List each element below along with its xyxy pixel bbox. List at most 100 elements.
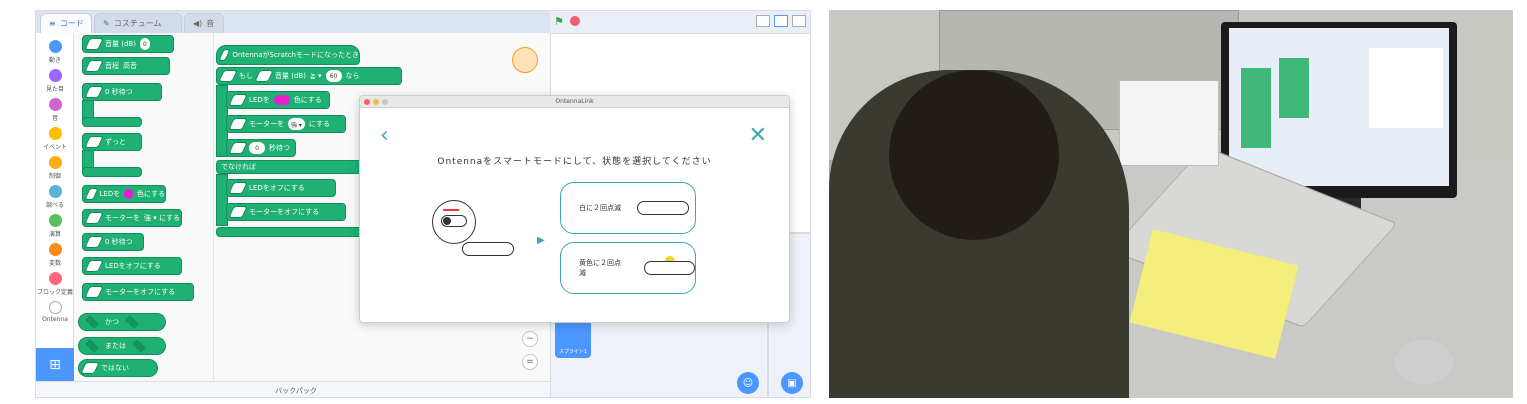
category-7[interactable]: 変数	[36, 240, 74, 270]
palette-block-volume[interactable]: 音量 (dB) 0	[82, 35, 174, 53]
if-label: もし	[239, 72, 253, 80]
ontenna-icon	[254, 70, 274, 82]
category-label: 動き	[48, 57, 61, 64]
dialog-instruction: Ontennaをスマートモードにして、状態を選択してください	[437, 157, 712, 167]
led-color-block[interactable]: LEDを 色にする	[226, 91, 330, 109]
back-chevron-icon[interactable]: ‹	[380, 125, 389, 147]
block-label: にする	[308, 120, 330, 128]
category-1[interactable]: 見た目	[36, 66, 74, 96]
block-label: LEDを	[99, 190, 121, 198]
category-6[interactable]: 演算	[36, 211, 74, 241]
hat-block[interactable]: OntennaがScratchモードになったとき	[216, 45, 360, 65]
tab-sounds[interactable]: ◀) 音	[184, 13, 224, 33]
ontenna-icon	[80, 362, 100, 374]
category-9[interactable]: Ontenna	[36, 298, 74, 328]
switch-toggle-icon	[441, 215, 467, 227]
category-0[interactable]: 動き	[36, 37, 74, 67]
block-label: 音量 (dB)	[105, 40, 136, 48]
device-yellow-light-icon	[643, 256, 695, 275]
fullscreen-icon[interactable]	[792, 15, 806, 27]
ontenna-icon	[228, 182, 248, 194]
category-5[interactable]: 調べる	[36, 182, 74, 212]
condition-label: 音量 (dB)	[275, 72, 306, 80]
stage-header: ⚑	[550, 11, 810, 33]
category-label: ブロック定義	[36, 289, 73, 296]
sprite-tile[interactable]: スプライト1	[555, 320, 591, 358]
screen-script-blocks	[1279, 58, 1309, 118]
ontenna-icon	[228, 206, 248, 218]
category-dot-icon	[48, 185, 62, 198]
palette-block-or[interactable]: または	[78, 337, 166, 355]
ontenna-icon	[228, 142, 248, 154]
book-stand	[1119, 80, 1219, 166]
block-label: 0 秒待つ	[105, 238, 133, 246]
wait-value[interactable]: 0	[249, 142, 265, 154]
large-stage-icon[interactable]	[774, 15, 788, 27]
tab-code[interactable]: ≡ コード	[40, 13, 92, 33]
category-dot-icon	[48, 301, 62, 314]
block-label: または	[105, 342, 126, 350]
tab-costumes[interactable]: ✎ コスチューム	[94, 13, 182, 33]
block-label: 音程	[105, 62, 119, 70]
block-label: 色にする	[293, 96, 322, 104]
stop-icon[interactable]	[570, 16, 580, 26]
zoom-reset-button[interactable]: =	[522, 354, 538, 370]
add-sprite-button[interactable]: ☺	[737, 372, 759, 394]
category-label: Ontenna	[42, 316, 68, 323]
small-stage-icon[interactable]	[756, 15, 770, 27]
block-label: かつ	[105, 318, 119, 326]
add-extension-button[interactable]: ⊞	[36, 348, 74, 381]
category-2[interactable]: 音	[36, 95, 74, 125]
category-label: 制御	[48, 173, 61, 180]
palette-block-led-color[interactable]: LEDを 色にする	[82, 185, 166, 203]
zoom-reset-icon: =	[526, 357, 534, 367]
motor-off-block[interactable]: モーターをオフにする	[226, 203, 346, 221]
close-icon[interactable]: ✕	[749, 125, 767, 147]
category-dot-icon	[48, 98, 62, 111]
speaker-icon: ◀)	[193, 19, 203, 28]
if-else-block[interactable]: もし 音量 (dB) ≧ ▾ 60 なら	[216, 67, 402, 85]
zoom-out-icon: −	[526, 334, 534, 344]
image-icon: ▣	[787, 377, 797, 389]
motor-block[interactable]: モーターを強 ▾ にする	[226, 115, 346, 133]
c-block-end	[82, 117, 142, 127]
palette-block-pitch[interactable]: 音程 高音	[82, 57, 170, 75]
add-backdrop-button[interactable]: ▣	[781, 372, 803, 394]
block-value: 0	[139, 38, 150, 50]
color-swatch[interactable]	[124, 189, 133, 199]
zoom-out-button[interactable]: −	[522, 331, 538, 347]
palette-block-motor-off[interactable]: モーターをオフにする	[82, 283, 194, 301]
block-label: 0 秒待つ	[105, 88, 133, 96]
if-else-end	[216, 227, 376, 237]
palette-block-forever[interactable]: ずっと	[82, 133, 142, 151]
category-8[interactable]: ブロック定義	[36, 269, 74, 299]
option-yellow-blink[interactable]: 黄色に２回点滅	[560, 242, 696, 294]
palette-block-wait[interactable]: 0 秒待つ	[82, 233, 144, 251]
led-off-block[interactable]: LEDをオフにする	[226, 179, 336, 197]
block-label: モーターを	[249, 120, 284, 128]
backpack-bar[interactable]: バックパック	[36, 381, 556, 397]
brush-icon: ✎	[103, 19, 110, 28]
palette-block-motor[interactable]: モーターを強 ▾ にする	[82, 209, 182, 227]
palette-block-wait[interactable]: 0 秒待つ	[82, 83, 162, 101]
block-label: ずっと	[105, 138, 126, 146]
green-flag-icon[interactable]: ⚑	[554, 15, 564, 28]
category-dot-icon	[48, 272, 62, 285]
wait-block[interactable]: 0 秒待つ	[226, 139, 296, 157]
color-swatch[interactable]	[273, 95, 290, 105]
category-4[interactable]: 制御	[36, 153, 74, 183]
red-arrow-icon	[443, 209, 459, 211]
category-label: 調べる	[45, 202, 64, 209]
slot	[85, 315, 99, 329]
palette-block-and[interactable]: かつ	[78, 313, 166, 331]
palette-block-led-off[interactable]: LEDをオフにする	[82, 257, 182, 275]
operator-dropdown[interactable]: ≧ ▾	[310, 72, 322, 80]
motor-dropdown[interactable]: 強 ▾	[288, 118, 305, 130]
option-white-blink[interactable]: 白に２回点滅	[560, 182, 696, 234]
category-3[interactable]: イベント	[36, 124, 74, 154]
threshold-value[interactable]: 60	[325, 70, 342, 82]
category-label: 変数	[48, 260, 61, 267]
palette-block-not[interactable]: ではない	[78, 359, 158, 377]
cat-icon: ☺	[742, 377, 754, 389]
yellow-light-glow	[664, 256, 675, 261]
